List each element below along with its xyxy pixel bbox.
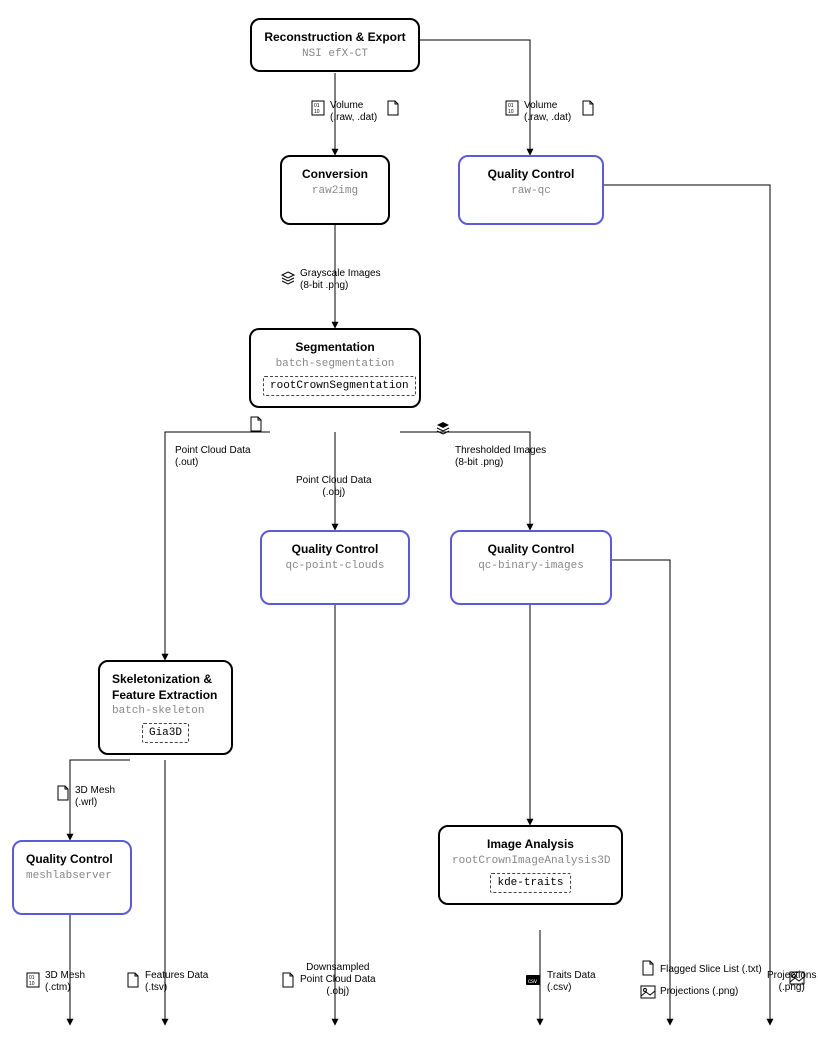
binary-icon: 0110 bbox=[310, 100, 326, 116]
file-icon bbox=[248, 416, 264, 432]
label-volume-2: Volume(.raw, .dat) bbox=[524, 100, 571, 124]
label-features: Features Data(.tsv) bbox=[145, 970, 208, 994]
label-projections-1: Projections (.png) bbox=[660, 986, 738, 998]
file-icon bbox=[640, 960, 656, 976]
node-segmentation: Segmentation batch-segmentation rootCrow… bbox=[249, 328, 421, 408]
label-mesh-wrl: 3D Mesh(.wrl) bbox=[75, 785, 115, 809]
node-sub: qc-binary-images bbox=[464, 560, 598, 572]
node-sub: raw-qc bbox=[472, 185, 590, 197]
node-conversion: Conversion raw2img bbox=[280, 155, 390, 225]
label-volume-1: Volume(.raw, .dat) bbox=[330, 100, 377, 124]
svg-text:10: 10 bbox=[508, 109, 514, 115]
file-icon bbox=[125, 972, 141, 988]
node-title: Image Analysis bbox=[452, 837, 609, 853]
file-icon bbox=[55, 785, 71, 801]
node-title: Segmentation bbox=[263, 340, 407, 356]
label-pcd-obj: Point Cloud Data(.obj) bbox=[296, 475, 372, 499]
node-title: Quality Control bbox=[464, 542, 598, 558]
svg-text:10: 10 bbox=[314, 109, 320, 115]
node-title: Skeletonization & Feature Extraction bbox=[112, 672, 219, 703]
label-grayscale: Grayscale Images(8-bit .png) bbox=[300, 268, 381, 292]
node-qc-meshlab: Quality Control meshlabserver bbox=[12, 840, 132, 915]
node-sub: raw2img bbox=[294, 185, 376, 197]
binary-icon: 0110 bbox=[25, 972, 41, 988]
layers-filled-icon bbox=[435, 420, 451, 436]
file-icon bbox=[580, 100, 596, 116]
node-title: Quality Control bbox=[274, 542, 396, 558]
node-title: Conversion bbox=[294, 167, 376, 183]
binary-icon: 0110 bbox=[504, 100, 520, 116]
node-sub: rootCrownImageAnalysis3D bbox=[452, 855, 609, 867]
node-sub: batch-skeleton bbox=[112, 705, 219, 717]
label-traits: Traits Data(.csv) bbox=[547, 970, 596, 994]
label-thresholded: Thresholded Images(8-bit .png) bbox=[455, 445, 546, 469]
svg-text:10: 10 bbox=[29, 981, 35, 987]
label-mesh-ctm: 3D Mesh(.ctm) bbox=[45, 970, 85, 994]
node-sub: batch-segmentation bbox=[263, 358, 407, 370]
csv-icon: csv bbox=[525, 972, 541, 988]
node-reconstruction: Reconstruction & Export NSI efX-CT bbox=[250, 18, 420, 72]
node-qc-binary-images: Quality Control qc-binary-images bbox=[450, 530, 612, 605]
file-icon bbox=[385, 100, 401, 116]
node-image-analysis: Image Analysis rootCrownImageAnalysis3D … bbox=[438, 825, 623, 905]
node-title: Reconstruction & Export bbox=[264, 30, 406, 46]
image-icon bbox=[789, 970, 805, 986]
node-sub: NSI efX-CT bbox=[264, 48, 406, 60]
node-title: Quality Control bbox=[472, 167, 590, 183]
file-icon bbox=[280, 972, 296, 988]
node-inner: kde-traits bbox=[490, 873, 570, 893]
node-sub: meshlabserver bbox=[26, 870, 118, 882]
label-downsampled: DownsampledPoint Cloud Data(.obj) bbox=[300, 962, 376, 998]
node-title: Quality Control bbox=[26, 852, 118, 868]
node-skeletonization: Skeletonization & Feature Extraction bat… bbox=[98, 660, 233, 755]
node-sub: qc-point-clouds bbox=[274, 560, 396, 572]
layers-icon bbox=[280, 270, 296, 286]
svg-text:csv: csv bbox=[528, 979, 537, 985]
node-inner: rootCrownSegmentation bbox=[263, 376, 416, 396]
node-qc-point-clouds: Quality Control qc-point-clouds bbox=[260, 530, 410, 605]
node-inner: Gia3D bbox=[142, 723, 189, 743]
label-flagged: Flagged Slice List (.txt) bbox=[660, 964, 762, 976]
label-pcd-out: Point Cloud Data(.out) bbox=[175, 445, 251, 469]
node-qc-raw: Quality Control raw-qc bbox=[458, 155, 604, 225]
image-icon bbox=[640, 984, 656, 1000]
